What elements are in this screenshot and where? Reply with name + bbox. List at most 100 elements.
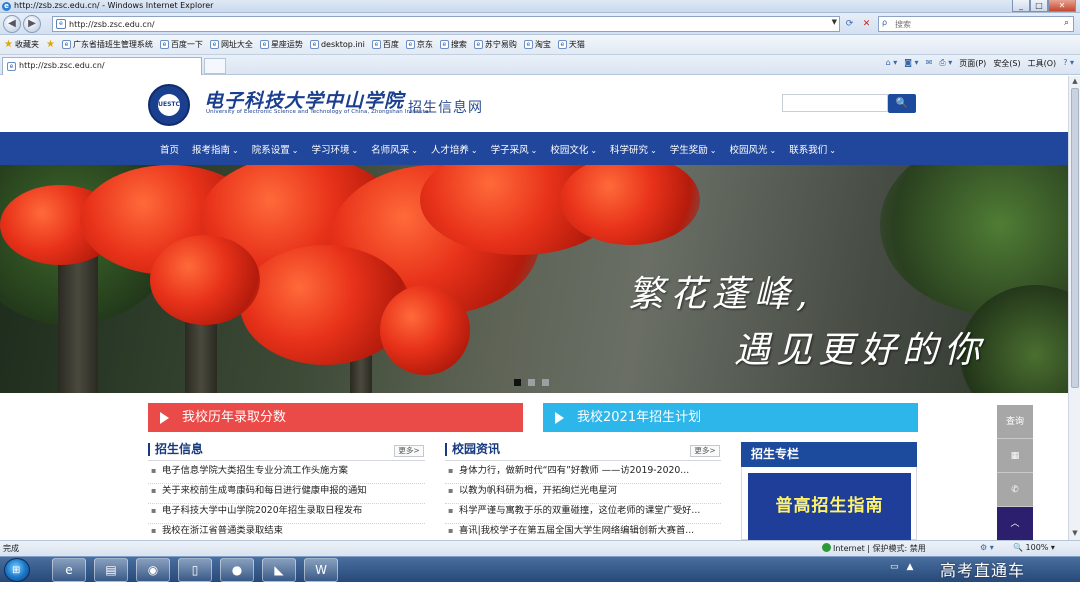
tab-bar: e http://zsb.zsc.edu.cn/ ⌂ ▾ ◙ ▾ ✉ ⎙ ▾ 页… — [0, 55, 1080, 75]
safety-menu[interactable]: 安全(S) — [993, 58, 1020, 69]
nav-item[interactable]: 学生奖励 ⌄ — [670, 142, 717, 156]
tab-current[interactable]: e http://zsb.zsc.edu.cn/ — [2, 57, 202, 75]
search-icon[interactable]: ⌕ — [1064, 18, 1069, 28]
tray-arrow-icon[interactable]: ▲ — [907, 562, 914, 572]
favorite-link[interactable]: e 广东省插班生管理系统 — [61, 39, 153, 50]
chevron-down-icon: ⌄ — [709, 145, 717, 155]
nav-item[interactable]: 院系设置 ⌄ — [252, 142, 299, 156]
wechat-taskbar-icon[interactable]: ● — [220, 558, 254, 582]
list-item-text: 科学严谨与寓教于乐的双重碰撞，这位老师的课堂广受好... — [459, 505, 701, 516]
help-icon[interactable]: ? ▾ — [1063, 58, 1074, 69]
carousel-dot[interactable] — [514, 379, 521, 386]
nav-item[interactable]: 联系我们 ⌄ — [789, 142, 836, 156]
app-taskbar-icon[interactable]: ▯ — [178, 558, 212, 582]
mail-icon[interactable]: ✉ — [926, 58, 933, 69]
admission-info-title[interactable]: 招生信息 — [148, 443, 203, 456]
minimize-icon[interactable]: _ — [1012, 0, 1030, 12]
carousel-dot[interactable] — [528, 379, 535, 386]
star-icon: ★ — [4, 39, 13, 50]
favorite-link[interactable]: e 百度一下 — [159, 39, 203, 50]
query-button[interactable]: 查询 — [997, 405, 1033, 439]
feeds-icon[interactable]: ◙ ▾ — [904, 58, 918, 69]
campus-news-title[interactable]: 校园资讯 — [445, 443, 500, 456]
stop-icon[interactable]: ✕ — [859, 16, 874, 32]
address-input[interactable] — [69, 18, 809, 30]
nav-item[interactable]: 名师风采 ⌄ — [371, 142, 418, 156]
chevron-down-icon: ⌄ — [351, 145, 359, 155]
phone-icon[interactable]: ✆ — [997, 473, 1033, 507]
favorite-link[interactable]: e 京东 — [405, 39, 433, 50]
favorites-button[interactable]: ★ 收藏夹 — [4, 39, 39, 50]
site-search-field[interactable] — [782, 94, 888, 112]
list-item[interactable]: ▪ 身体力行，做新时代“四有”好教师 ——访2019-2020... — [445, 464, 721, 484]
list-item[interactable]: ▪ 科学严谨与寓教于乐的双重碰撞，这位老师的课堂广受好... — [445, 504, 721, 524]
admission-info-more-link[interactable]: 更多> — [394, 445, 424, 457]
favorite-link[interactable]: e 星座运势 — [259, 39, 303, 50]
nav-item[interactable]: 科学研究 ⌄ — [610, 142, 657, 156]
enrollment-plan-button[interactable]: 我校2021年招生计划 — [543, 403, 918, 432]
list-item[interactable]: ▪ 喜讯|我校学子在第五届全国大学生网络编辑创新大赛首... — [445, 524, 721, 540]
security-zone: Internet | 保护模式: 禁用 — [822, 543, 926, 554]
favorite-link[interactable]: e 网址大全 — [209, 39, 253, 50]
chevron-down-icon: ⌄ — [232, 145, 239, 155]
wps-taskbar-icon[interactable]: W — [304, 558, 338, 582]
campus-news-more-link[interactable]: 更多> — [690, 445, 720, 457]
home-icon[interactable]: ⌂ ▾ — [886, 58, 898, 69]
scroll-down-icon[interactable]: ▼ — [1070, 529, 1080, 539]
site-search-button[interactable]: 🔍 — [888, 94, 916, 113]
chevron-down-icon[interactable]: ▼ — [832, 18, 837, 26]
keyboard-icon[interactable]: ▭ — [890, 562, 899, 572]
favorite-link[interactable]: e 淘宝 — [523, 39, 551, 50]
seal-text: UESTC — [158, 94, 180, 116]
close-icon[interactable]: ✕ — [1048, 0, 1076, 12]
site-search-input[interactable] — [783, 95, 887, 111]
browser-search-input[interactable] — [895, 18, 1045, 30]
tools-menu[interactable]: 工具(O) — [1028, 58, 1057, 69]
refresh-icon[interactable]: ⟳ — [842, 16, 857, 32]
back-to-top-icon[interactable]: ︿ — [997, 507, 1033, 540]
carousel-dot[interactable] — [542, 379, 549, 386]
nav-item[interactable]: 人才培养 ⌄ — [431, 142, 478, 156]
nav-item[interactable]: 校园风光 ⌄ — [729, 142, 776, 156]
explorer-taskbar-icon[interactable]: ▤ — [94, 558, 128, 582]
favorite-link[interactable]: e 百度 — [371, 39, 399, 50]
hero-banner[interactable]: 繁花蓬峰, 遇见更好的你 — [0, 165, 1068, 393]
page-scrollbar[interactable]: ▲ ▼ — [1068, 76, 1080, 540]
nav-item[interactable]: 学子采风 ⌄ — [491, 142, 538, 156]
favorite-link[interactable]: e 天猫 — [557, 39, 585, 50]
qrcode-icon[interactable]: ▦ — [997, 439, 1033, 473]
maximize-icon[interactable]: □ — [1030, 0, 1048, 12]
page-icon: e — [523, 40, 533, 49]
list-item[interactable]: ▪ 我校在浙江省普通类录取结束 — [148, 524, 425, 540]
address-bar[interactable]: e ▼ — [52, 16, 840, 32]
start-button[interactable]: ⊞ — [4, 558, 30, 582]
list-item[interactable]: ▪ 电子信息学院大类招生专业分流工作头施方案 — [148, 464, 425, 484]
add-favorite-button[interactable]: ★ — [46, 39, 55, 50]
list-item[interactable]: ▪ 电子科技大学中山学院2020年招生录取日程发布 — [148, 504, 425, 524]
scrollbar-thumb[interactable] — [1071, 88, 1079, 388]
ie-taskbar-icon[interactable]: e — [52, 558, 86, 582]
favorite-link[interactable]: e 搜索 — [439, 39, 467, 50]
new-tab-button[interactable] — [204, 58, 226, 74]
favorite-link[interactable]: e desktop.ini — [309, 40, 365, 49]
nav-item[interactable]: 校园文化 ⌄ — [550, 142, 597, 156]
back-button[interactable]: ◀ — [3, 15, 21, 33]
list-item[interactable]: ▪ 关于来校前生成粤康码和每日进行健康申报的通知 — [148, 484, 425, 504]
admission-scores-button[interactable]: 我校历年录取分数 — [148, 403, 523, 432]
browser-search[interactable]: ρ ⌕ — [878, 16, 1074, 32]
nav-item[interactable]: 学习环境 ⌄ — [311, 142, 358, 156]
zoom-control[interactable]: 🔍 100% ▾ — [1013, 543, 1055, 552]
nav-item-label: 学习环境 — [311, 144, 350, 156]
page-menu[interactable]: 页面(P) — [959, 58, 986, 69]
nav-item[interactable]: 报考指南 ⌄ — [192, 142, 239, 156]
favorite-link[interactable]: e 苏宁易购 — [473, 39, 517, 50]
nav-item[interactable]: 首页 — [160, 142, 179, 156]
addon-icon[interactable]: ⚙ ▾ — [980, 543, 994, 552]
admission-guide-card[interactable]: 普高招生指南 — [748, 473, 911, 540]
scroll-up-icon[interactable]: ▲ — [1070, 77, 1080, 87]
print-icon[interactable]: ⎙ ▾ — [939, 58, 952, 69]
forward-button[interactable]: ▶ — [23, 15, 41, 33]
list-item[interactable]: ▪ 以教为帆科研为楫，开拓绚烂光电星河 — [445, 484, 721, 504]
office-taskbar-icon[interactable]: ◣ — [262, 558, 296, 582]
browser-taskbar-icon[interactable]: ◉ — [136, 558, 170, 582]
